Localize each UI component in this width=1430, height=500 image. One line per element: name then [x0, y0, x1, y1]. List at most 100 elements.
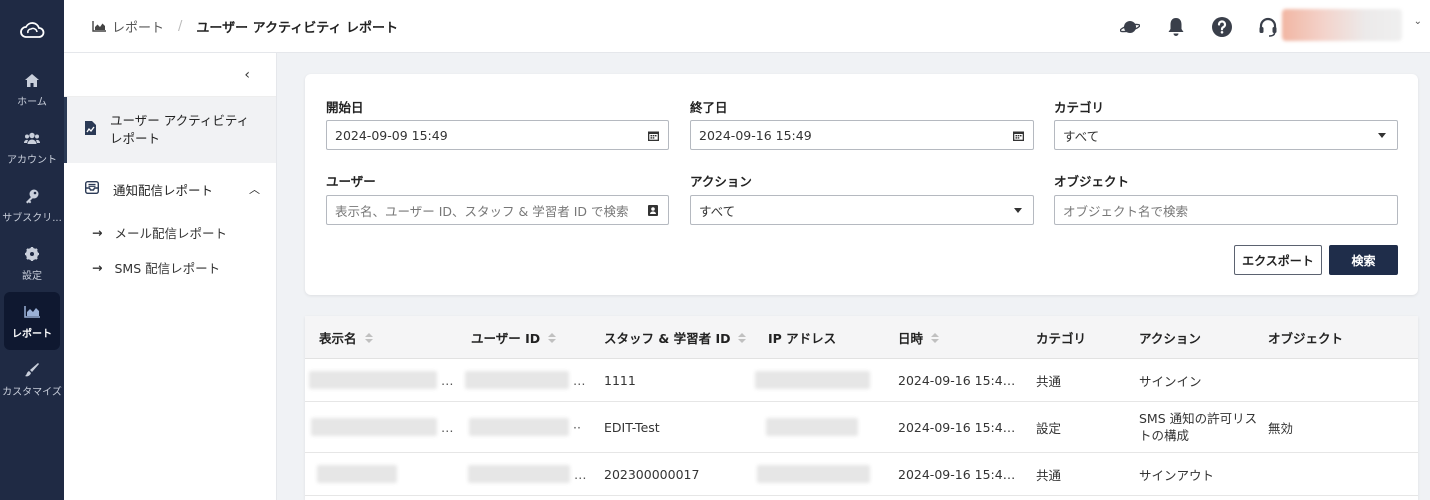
chart-icon — [92, 20, 106, 32]
column-action: アクション — [1139, 316, 1201, 359]
subnav-group-label: 通知配信レポート — [113, 182, 214, 198]
gear-icon — [25, 244, 39, 264]
column-label: 表示名 — [319, 331, 357, 346]
rail-label: カスタマイズ — [2, 387, 62, 398]
table-header: 表示名 ユーザー ID スタッフ & 学習者 ID IP アドレス 日時 カテゴ… — [305, 316, 1418, 359]
cell-category: 共通 — [1036, 467, 1062, 483]
cell-display-name: … — [309, 359, 454, 401]
chevron-down-icon[interactable]: ⌄ — [1414, 16, 1422, 27]
subnav-link-label: SMS 配信レポート — [114, 261, 221, 276]
rail-item-customize[interactable]: カスタマイズ — [2, 350, 62, 408]
column-datetime[interactable]: 日時 — [898, 316, 940, 359]
breadcrumb-report-link[interactable]: レポート — [92, 17, 164, 36]
cell-staff-id: 1111 — [604, 372, 636, 388]
subnav-link-label: メール配信レポート — [114, 226, 227, 241]
rail-item-subscription[interactable]: サブスクリ... — [2, 176, 62, 234]
subnav-item-user-activity[interactable]: ユーザー アクティビティ レポート — [64, 97, 276, 163]
user-label: ユーザー — [326, 174, 376, 189]
rail-item-home[interactable]: ホーム — [4, 60, 60, 118]
column-ip: IP アドレス — [768, 316, 836, 359]
planet-icon[interactable] — [1118, 15, 1142, 39]
breadcrumb: レポート / ユーザー アクティビティ レポート — [92, 17, 398, 36]
table-row[interactable]: … ·· EDIT-Test 2024-09-16 15:4… 設定 SMS 通… — [305, 402, 1418, 453]
action-value: すべて — [699, 203, 736, 219]
app-logo-icon[interactable] — [0, 0, 64, 60]
headset-icon[interactable] — [1256, 15, 1280, 39]
column-user-id[interactable]: ユーザー ID — [471, 316, 557, 359]
action-select[interactable]: すべて — [690, 195, 1034, 225]
cell-user-id: … — [468, 453, 587, 495]
calendar-icon[interactable] — [1011, 130, 1025, 141]
rail-label: アカウント — [7, 155, 57, 166]
table-row[interactable]: … 202300000017 2024-09-16 15:4… 共通 サインアウ… — [305, 453, 1418, 496]
column-display-name[interactable]: 表示名 — [319, 316, 373, 359]
rail-item-report[interactable]: レポート — [4, 292, 60, 350]
start-date-input[interactable]: 2024-09-09 15:49 — [326, 120, 669, 150]
user-menu[interactable] — [1282, 9, 1402, 41]
sort-icon[interactable] — [738, 332, 747, 343]
rail-item-settings[interactable]: 設定 — [4, 234, 60, 292]
report-subnav: ‹ ユーザー アクティビティ レポート 通知配信レポート ︿ → メール配信レポ… — [64, 53, 277, 500]
category-label: カテゴリ — [1054, 100, 1105, 115]
mail-inbox-icon — [84, 180, 100, 197]
category-select[interactable]: すべて — [1054, 120, 1398, 150]
rail-label: ホーム — [17, 97, 47, 108]
cell-datetime: 2024-09-16 15:4… — [898, 372, 1016, 388]
action-label: アクション — [690, 174, 752, 189]
rail-item-account[interactable]: アカウント — [4, 118, 60, 176]
end-date-label: 終了日 — [690, 100, 728, 115]
main-nav-rail: ホーム アカウント サブスクリ... 設定 レポート カスタマイズ — [0, 0, 64, 500]
rail-label: 設定 — [22, 271, 42, 282]
column-staff-id[interactable]: スタッフ & 学習者 ID — [604, 316, 747, 359]
column-category: カテゴリ — [1036, 316, 1086, 359]
rail-label: サブスクリ... — [2, 213, 62, 224]
table-row[interactable]: … … 1111 2024-09-16 15:4… 共通 サインイン — [305, 359, 1418, 402]
sort-icon[interactable] — [931, 332, 940, 343]
collapse-sidebar-button[interactable]: ‹ — [64, 53, 276, 97]
subnav-link-sms[interactable]: → SMS 配信レポート — [64, 250, 276, 285]
end-date-value: 2024-09-16 15:49 — [699, 127, 812, 143]
cell-ip — [757, 453, 870, 495]
end-date-input[interactable]: 2024-09-16 15:49 — [690, 120, 1034, 150]
column-label: IP アドレス — [768, 331, 837, 346]
user-search-input[interactable]: 表示名、ユーザー ID、スタッフ & 学習者 ID で検索 — [326, 195, 669, 225]
user-search-placeholder: 表示名、ユーザー ID、スタッフ & 学習者 ID で検索 — [335, 203, 629, 219]
sort-icon[interactable] — [548, 332, 557, 343]
search-button[interactable]: 検索 — [1329, 245, 1398, 275]
calendar-icon[interactable] — [646, 130, 660, 141]
cell-ip — [766, 402, 858, 452]
cell-display-name: … — [311, 402, 454, 452]
brush-icon — [25, 360, 39, 380]
cell-staff-id: EDIT-Test — [604, 419, 660, 435]
contact-card-icon[interactable] — [646, 204, 660, 216]
arrow-right-icon: → — [92, 225, 103, 240]
cell-datetime: 2024-09-16 15:4… — [898, 419, 1016, 435]
bell-icon[interactable] — [1164, 15, 1188, 39]
subnav-group-notification[interactable]: 通知配信レポート ︿ — [64, 163, 276, 215]
subnav-item-label: ユーザー アクティビティ レポート — [110, 113, 250, 146]
object-search-input[interactable]: オブジェクト名で検索 — [1054, 195, 1398, 225]
cell-action: SMS 通知の許可リストの構成 — [1139, 402, 1264, 452]
object-label: オブジェクト — [1054, 174, 1130, 189]
cell-user-id: … — [465, 359, 586, 401]
chart-icon — [24, 302, 40, 322]
help-icon[interactable] — [1210, 15, 1234, 39]
column-label: オブジェクト — [1268, 331, 1344, 346]
key-icon — [25, 186, 39, 206]
sort-icon[interactable] — [364, 332, 373, 343]
breadcrumb-parent: レポート — [112, 20, 165, 36]
activity-table: 表示名 ユーザー ID スタッフ & 学習者 ID IP アドレス 日時 カテゴ… — [305, 316, 1418, 500]
cell-action: サインイン — [1139, 373, 1202, 389]
cell-datetime: 2024-09-16 15:4… — [898, 466, 1016, 482]
column-label: アクション — [1139, 331, 1201, 346]
category-value: すべて — [1063, 128, 1100, 144]
cell-object: 無効 — [1268, 420, 1294, 436]
arrow-right-icon: → — [92, 260, 103, 275]
subnav-link-email[interactable]: → メール配信レポート — [64, 215, 276, 250]
start-date-value: 2024-09-09 15:49 — [335, 127, 448, 143]
cell-display-name — [317, 453, 397, 495]
dropdown-caret-icon — [1011, 207, 1025, 213]
breadcrumb-separator: / — [178, 18, 183, 34]
breadcrumb-current: ユーザー アクティビティ レポート — [196, 20, 398, 36]
export-button[interactable]: エクスポート — [1234, 245, 1322, 275]
